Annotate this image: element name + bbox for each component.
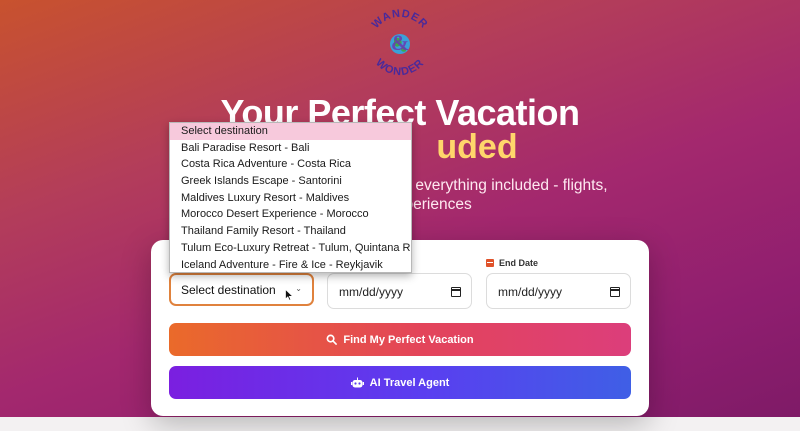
wander-wonder-logo[interactable]: WANDER & WONDER [361, 6, 439, 84]
end-date-label: End Date [486, 258, 538, 268]
start-date-value: mm/dd/yyyy [339, 285, 404, 299]
search-icon [326, 334, 338, 345]
dropdown-option[interactable]: Select destination [170, 123, 411, 140]
hero-title-highlight-text: uded [436, 128, 518, 166]
end-date-value: mm/dd/yyyy [498, 285, 563, 299]
chevron-down-icon: ⌄ [295, 284, 302, 293]
end-date-label-text: End Date [499, 258, 539, 268]
calendar-icon [486, 259, 494, 267]
dropdown-option[interactable]: Iceland Adventure - Fire & Ice - Reykjav… [170, 257, 411, 273]
ai-travel-agent-label: AI Travel Agent [369, 376, 450, 389]
logo-text-bottom: WONDER [373, 57, 425, 79]
dropdown-option[interactable]: Costa Rica Adventure - Costa Rica [170, 156, 411, 173]
ai-travel-agent-button[interactable]: AI Travel Agent [169, 366, 631, 399]
dropdown-option[interactable]: Tulum Eco-Luxury Retreat - Tulum, Quinta… [170, 240, 411, 257]
end-date-input[interactable]: mm/dd/yyyy [486, 273, 631, 309]
find-vacation-label: Find My Perfect Vacation [343, 333, 474, 346]
logo-ampersand: & [391, 30, 409, 55]
logo-text-top: WANDER [370, 8, 429, 31]
robot-icon [350, 377, 364, 387]
page-footer-strip [0, 417, 800, 431]
dropdown-option[interactable]: Maldives Luxury Resort - Maldives [170, 190, 411, 207]
calendar-picker-icon[interactable] [451, 287, 461, 297]
start-date-input[interactable]: mm/dd/yyyy [327, 273, 472, 309]
dropdown-option[interactable]: Bali Paradise Resort - Bali [170, 140, 411, 157]
dropdown-option[interactable]: Thailand Family Resort - Thailand [170, 223, 411, 240]
svg-text:WANDER: WANDER [370, 8, 430, 31]
dropdown-option[interactable]: Morocco Desert Experience - Morocco [170, 206, 411, 223]
destination-dropdown-list[interactable]: Select destination Bali Paradise Resort -… [169, 122, 412, 273]
svg-text:WONDER: WONDER [373, 57, 426, 79]
calendar-picker-icon[interactable] [610, 287, 620, 297]
mouse-cursor-icon [285, 289, 294, 301]
dropdown-option[interactable]: Greek Islands Escape - Santorini [170, 173, 411, 190]
find-vacation-button[interactable]: Find My Perfect Vacation [169, 323, 631, 356]
destination-select-value: Select destination [181, 283, 276, 297]
